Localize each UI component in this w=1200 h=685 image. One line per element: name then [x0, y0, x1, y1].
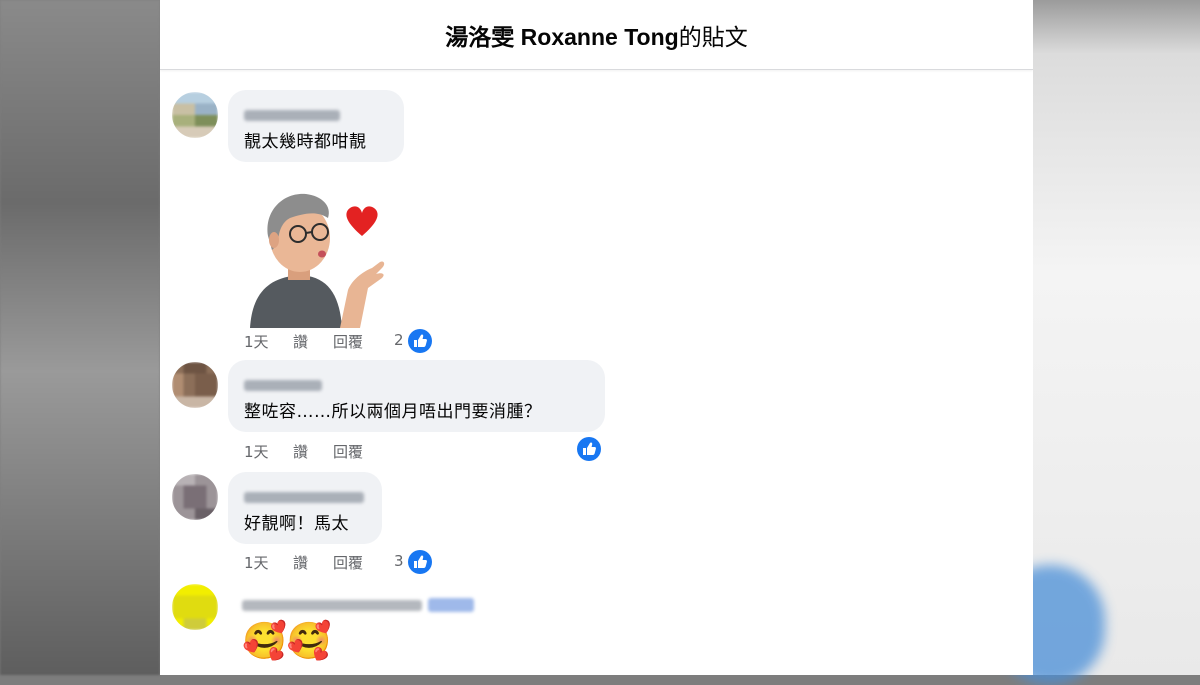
comment-bubble: 好靚啊！馬太 [228, 472, 382, 544]
page-name[interactable]: 湯洛雯 Roxanne Tong [445, 24, 678, 50]
like-thumb-icon[interactable] [577, 437, 601, 461]
comment-text: 整咗容……所以兩個月唔出門要消腫？ [244, 402, 542, 422]
like-thumb-icon[interactable] [408, 550, 432, 574]
author-badge-blurred [428, 598, 474, 612]
comment-sticker [244, 188, 390, 328]
author-name-blurred[interactable] [242, 600, 422, 611]
reply-link[interactable]: 回覆 [333, 331, 363, 352]
author-name-blurred[interactable] [244, 380, 322, 391]
reaction-count[interactable]: 3 [394, 552, 404, 570]
comment-text: 靚太幾時都咁靚 [244, 132, 367, 152]
reply-link[interactable]: 回覆 [333, 552, 363, 573]
post-comments-panel: 湯洛雯 Roxanne Tong的貼文 靚太幾時都咁靚 1天 讚 回覆 2 整咗… [160, 0, 1033, 675]
like-link[interactable]: 讚 [293, 552, 308, 573]
timestamp[interactable]: 1天 [244, 441, 269, 462]
like-link[interactable]: 讚 [293, 331, 308, 352]
comment-text: 🥰🥰 [242, 621, 332, 662]
avatar[interactable] [172, 474, 218, 520]
post-header: 湯洛雯 Roxanne Tong的貼文 [160, 0, 1033, 70]
blurred-background-left [0, 0, 160, 675]
comment-bubble: 靚太幾時都咁靚 [228, 90, 404, 162]
author-name-blurred[interactable] [244, 110, 340, 121]
reaction-count[interactable]: 2 [394, 331, 404, 349]
comment-text: 好靚啊！馬太 [244, 514, 349, 534]
like-thumb-icon[interactable] [408, 329, 432, 353]
avatar[interactable] [172, 92, 218, 138]
comment-actions: 1天 讚 回覆 [244, 441, 444, 461]
timestamp[interactable]: 1天 [244, 552, 269, 573]
timestamp[interactable]: 1天 [244, 331, 269, 352]
comment-bubble: 整咗容……所以兩個月唔出門要消腫？ [228, 360, 605, 432]
post-title-suffix: 的貼文 [678, 23, 748, 50]
avatar[interactable] [172, 584, 218, 630]
blurred-background-right [995, 0, 1200, 685]
like-link[interactable]: 讚 [293, 441, 308, 462]
avatar[interactable] [172, 362, 218, 408]
post-title: 湯洛雯 Roxanne Tong的貼文 [445, 18, 747, 52]
author-name-blurred[interactable] [244, 492, 364, 503]
reply-link[interactable]: 回覆 [333, 441, 363, 462]
